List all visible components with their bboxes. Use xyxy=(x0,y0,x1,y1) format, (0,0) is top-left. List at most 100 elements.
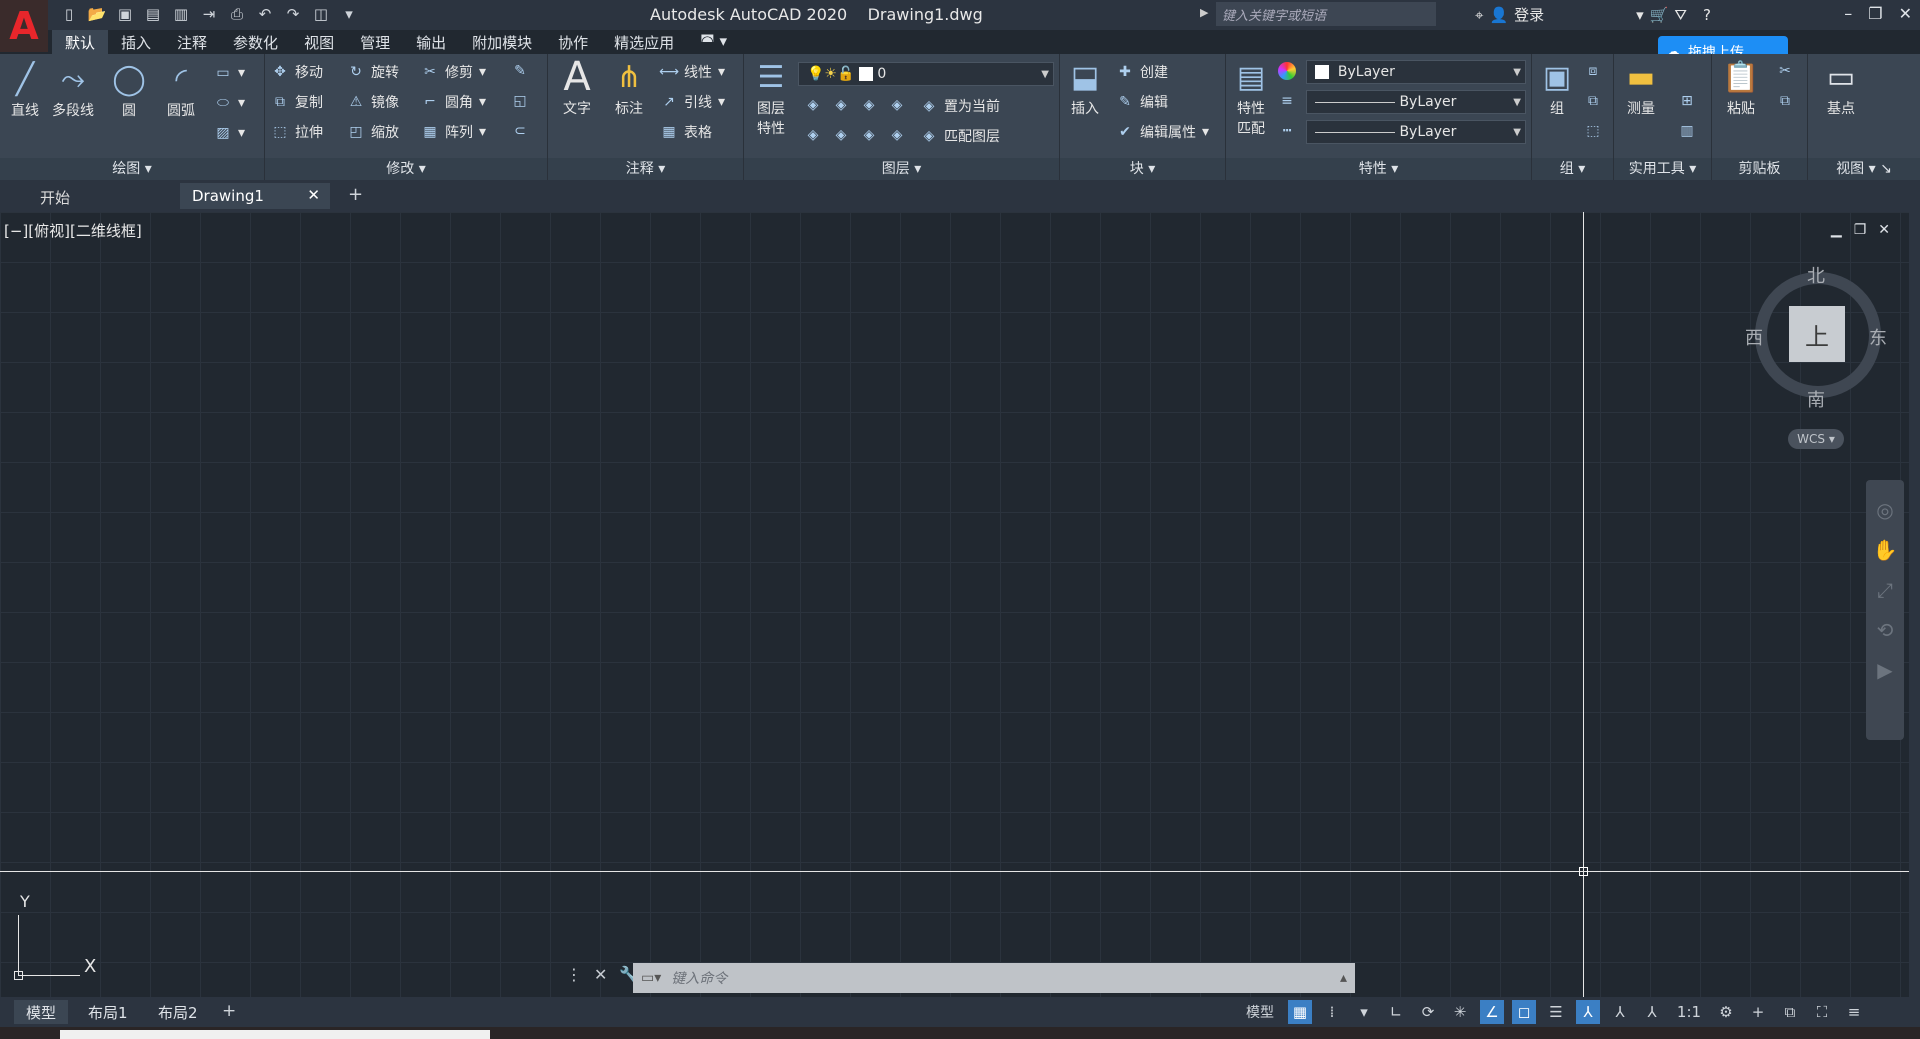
rectangle-button[interactable]: ▭ ▾ xyxy=(214,64,245,82)
binoculars-icon[interactable]: ⌖ xyxy=(1475,6,1483,24)
new-tab-icon[interactable]: + xyxy=(348,184,363,205)
layer-thaw-icon[interactable]: ◈ xyxy=(860,126,878,144)
undo-icon[interactable]: ↶ xyxy=(254,3,276,25)
tab-output[interactable]: 输出 xyxy=(403,30,459,54)
utilities-panel-title[interactable]: 实用工具 ▾ xyxy=(1614,158,1711,180)
viewport-restore-icon[interactable]: ❐ xyxy=(1854,222,1867,238)
tab-layout2[interactable]: 布局2 xyxy=(146,1000,210,1024)
quick-select-icon[interactable]: ⊞ xyxy=(1678,92,1696,110)
compass-east[interactable]: 东 xyxy=(1869,324,1887,350)
calculator-icon[interactable]: ▥ xyxy=(1678,122,1696,140)
annotation-visibility-icon[interactable]: ⅄ xyxy=(1576,1000,1600,1024)
block-panel-title[interactable]: 块 ▾ xyxy=(1060,158,1225,180)
scale-button[interactable]: ◰ 缩放 xyxy=(347,122,399,142)
paste-button[interactable]: 📋 粘贴 xyxy=(1720,56,1762,118)
table-button[interactable]: ▦ 表格 xyxy=(660,122,712,142)
model-space-button[interactable]: 模型 xyxy=(1240,1000,1280,1024)
layer-on-icon[interactable]: ◈ xyxy=(804,126,822,144)
line-button[interactable]: ╱ 直线 xyxy=(4,58,46,120)
annotation-scale-icon[interactable]: ⅄ xyxy=(1640,1000,1664,1024)
polar-icon[interactable]: ⟳ xyxy=(1416,1000,1440,1024)
match-properties-button[interactable]: ▤ 特性 匹配 xyxy=(1230,56,1272,138)
showmotion-icon[interactable]: ▶ xyxy=(1877,658,1892,682)
ortho-icon[interactable]: ∟ xyxy=(1384,1000,1408,1024)
offset-button[interactable]: ⊂ xyxy=(511,122,529,140)
login-link[interactable]: 登录 xyxy=(1514,4,1544,25)
tab-layout1[interactable]: 布局1 xyxy=(76,1000,140,1024)
annotation-monitor-icon[interactable]: + xyxy=(1746,1000,1770,1024)
copy-button[interactable]: ⧉ 复制 xyxy=(271,92,323,112)
restore-icon[interactable]: ❐ xyxy=(1868,4,1882,23)
wcs-menu[interactable]: WCS ▾ xyxy=(1788,429,1844,449)
recent-commands-icon[interactable]: ▭▾ xyxy=(641,970,661,986)
compass-west[interactable]: 西 xyxy=(1745,324,1763,350)
layer-off-icon[interactable]: ◈ xyxy=(804,96,822,114)
layer-unisolate-icon[interactable]: ◈ xyxy=(832,126,850,144)
tab-model[interactable]: 模型 xyxy=(14,1000,69,1024)
text-button[interactable]: A 文字 xyxy=(556,54,598,118)
fullscreen-icon[interactable]: ⛶ xyxy=(1810,1000,1834,1024)
zoom-extents-icon[interactable]: ⤢ xyxy=(1877,578,1893,602)
autodesk-account-icon[interactable]: ⛛ xyxy=(1674,6,1687,24)
arc-button[interactable]: ◜ 圆弧 xyxy=(160,58,202,120)
lineweight-dropdown[interactable]: ByLayer ▼ xyxy=(1306,120,1526,144)
cut-icon[interactable]: ✂ xyxy=(1776,62,1794,80)
minimize-icon[interactable]: – xyxy=(1844,4,1852,23)
login-dropdown-icon[interactable]: ▾ xyxy=(1636,6,1644,24)
rotate-button[interactable]: ↻ 旋转 xyxy=(347,62,399,82)
layers-panel-title[interactable]: 图层 ▾ xyxy=(744,158,1059,180)
viewport-controls-label[interactable]: [−][俯视][二维线框] xyxy=(4,220,142,241)
viewport-close-icon[interactable]: ✕ xyxy=(1878,222,1890,238)
object-snap-icon[interactable]: ◻ xyxy=(1512,1000,1536,1024)
layer-freeze-icon[interactable]: ◈ xyxy=(860,96,878,114)
drag-handle-icon[interactable]: ⋮ xyxy=(566,965,582,984)
explode-button[interactable]: ◱ xyxy=(511,92,529,110)
circle-button[interactable]: ◯ 圆 xyxy=(108,58,150,120)
tab-manage[interactable]: 管理 xyxy=(347,30,403,54)
tab-collaborate[interactable]: 协作 xyxy=(545,30,601,54)
customization-menu-icon[interactable]: ≡ xyxy=(1842,1000,1866,1024)
move-button[interactable]: ✥ 移动 xyxy=(271,62,323,82)
workspace-gear-icon[interactable]: ⚙ xyxy=(1714,1000,1738,1024)
polyline-button[interactable]: ⤳ 多段线 xyxy=(52,58,94,120)
compass-north[interactable]: 北 xyxy=(1807,262,1825,288)
customize-qat-icon[interactable]: ▾ xyxy=(338,3,360,25)
stretch-button[interactable]: ⬚ 拉伸 xyxy=(271,122,323,142)
isolate-objects-icon[interactable]: ⧉ xyxy=(1778,1000,1802,1024)
draw-panel-title[interactable]: 绘图 ▾ xyxy=(0,158,264,180)
application-menu-button[interactable]: A xyxy=(0,0,48,52)
ungroup-icon[interactable]: ⧈ xyxy=(1584,62,1602,80)
copy-clip-icon[interactable]: ⧉ xyxy=(1776,92,1794,110)
tab-insert[interactable]: 插入 xyxy=(108,30,164,54)
search-input[interactable]: 键入关键字或短语 xyxy=(1216,2,1436,26)
fillet-button[interactable]: ⌐ 圆角 ▾ xyxy=(421,92,486,112)
linetype-dropdown[interactable]: ByLayer ▼ xyxy=(1306,90,1526,114)
snap-dropdown-icon[interactable]: ▾ xyxy=(1352,1000,1376,1024)
match-layer-button[interactable]: ◈ 匹配图层 xyxy=(920,126,1000,146)
array-button[interactable]: ▦ 阵列 ▾ xyxy=(421,122,486,142)
ellipse-button[interactable]: ⬭ ▾ xyxy=(214,94,245,112)
save-as-icon[interactable]: ▤ xyxy=(142,3,164,25)
tab-annotate[interactable]: 注释 xyxy=(164,30,220,54)
ribbon-toggle-icon[interactable]: ◚ ▾ xyxy=(687,30,740,54)
tab-addins[interactable]: 附加模块 xyxy=(459,30,545,54)
pan-icon[interactable]: ✋ xyxy=(1873,538,1898,562)
clipboard-panel-title[interactable]: 剪贴板 xyxy=(1712,158,1807,180)
orbit-icon[interactable]: ⟲ xyxy=(1877,618,1894,642)
hatch-button[interactable]: ▨ ▾ xyxy=(214,124,245,142)
mirror-button[interactable]: ⚠ 镜像 xyxy=(347,92,399,112)
workspace-icon[interactable]: ◫ xyxy=(310,3,332,25)
print-icon[interactable]: ⎙ xyxy=(226,3,248,25)
redo-icon[interactable]: ↷ xyxy=(282,3,304,25)
layer-lock-icon[interactable]: ◈ xyxy=(888,96,906,114)
publish-icon[interactable]: ▥ xyxy=(170,3,192,25)
auto-scale-icon[interactable]: ⅄ xyxy=(1608,1000,1632,1024)
close-icon[interactable]: ✕ xyxy=(1899,4,1912,23)
linear-button[interactable]: ⟷ 线性 ▾ xyxy=(659,62,725,82)
steering-wheel-icon[interactable]: ◎ xyxy=(1876,498,1893,522)
layer-properties-button[interactable]: ☰ 图层 特性 xyxy=(750,56,792,138)
properties-panel-title[interactable]: 特性 ▾ xyxy=(1226,158,1531,180)
group-select-icon[interactable]: ⬚ xyxy=(1584,122,1602,140)
layer-dropdown[interactable]: 💡☀🔓 0 ▼ xyxy=(798,62,1054,86)
modify-panel-title[interactable]: 修改 ▾ xyxy=(265,158,547,180)
